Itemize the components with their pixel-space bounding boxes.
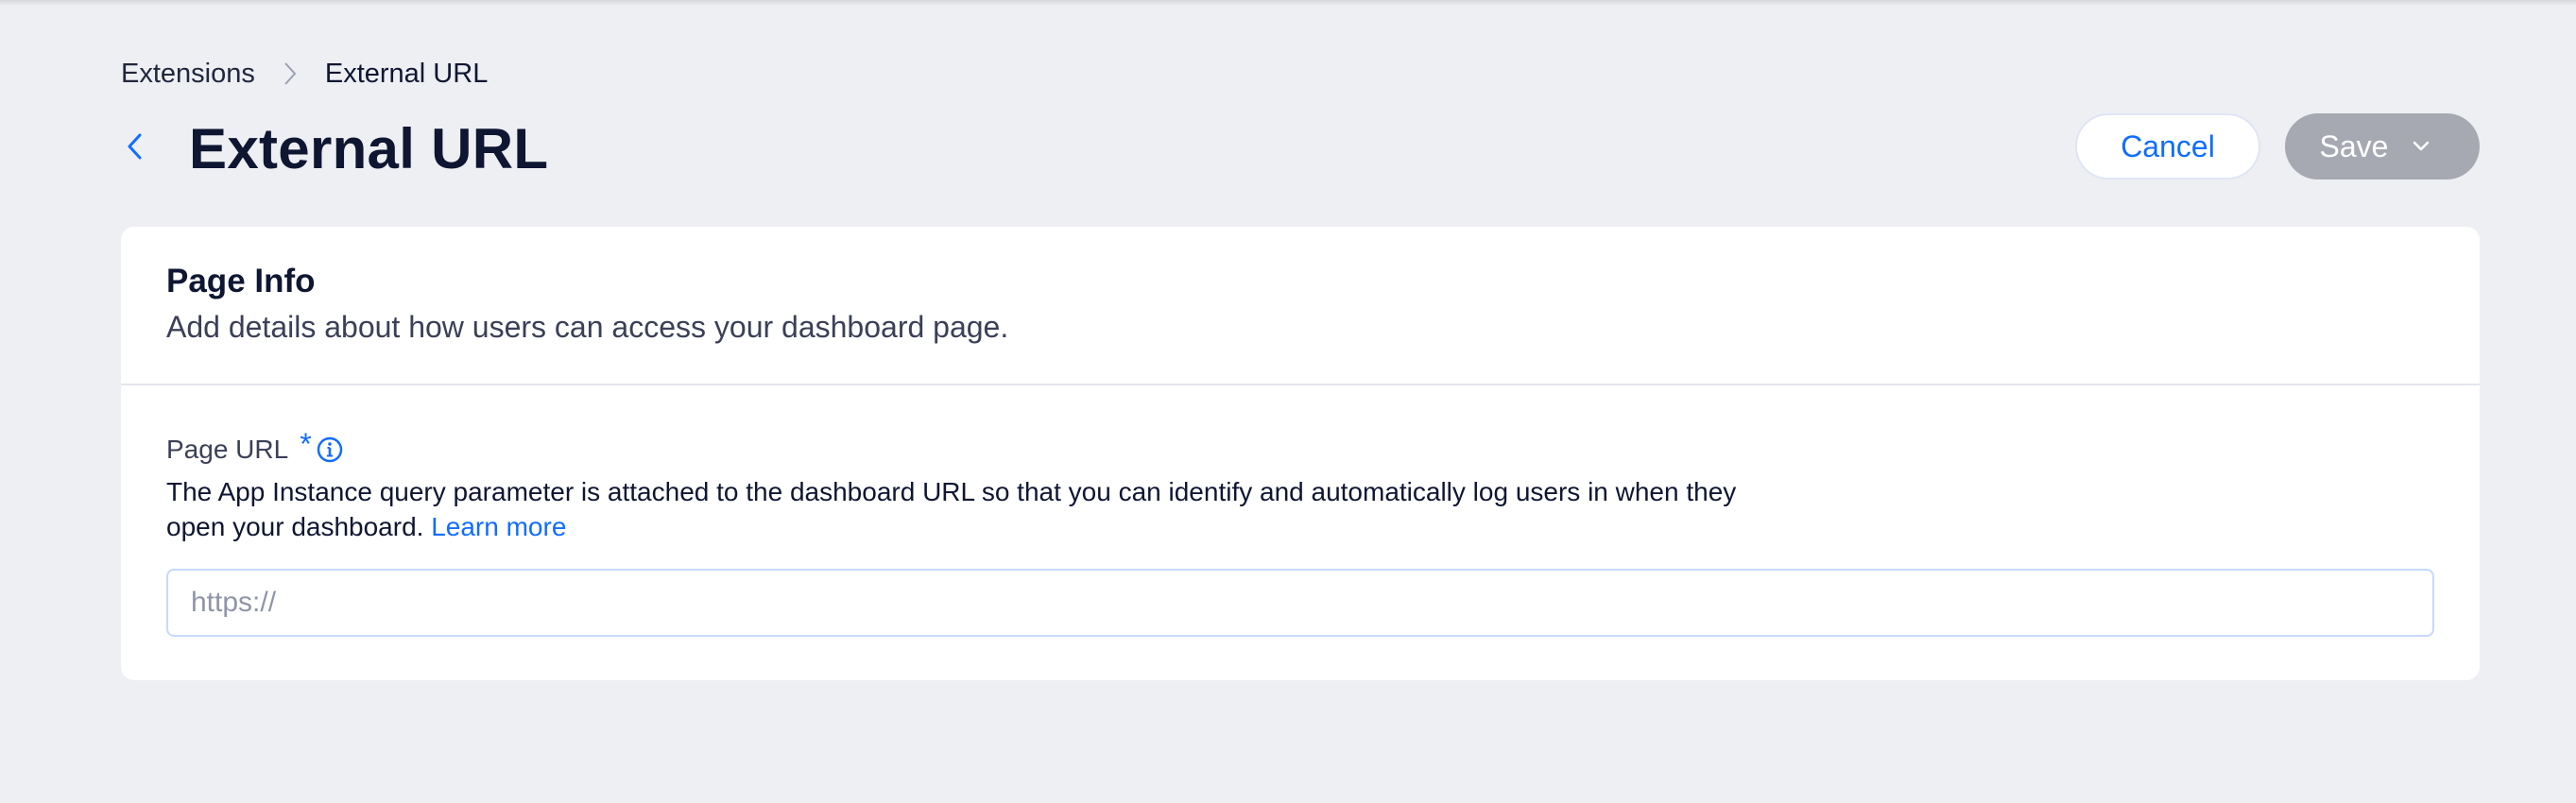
page-url-description-text: The App Instance query parameter is atta…	[166, 477, 1737, 541]
top-bar-shadow	[0, 0, 2576, 6]
info-icon[interactable]	[316, 436, 344, 464]
breadcrumb-item-current: External URL	[324, 58, 489, 89]
save-button[interactable]: Save	[2285, 113, 2480, 179]
page-header: External URL	[115, 106, 548, 191]
learn-more-link[interactable]: Learn more	[431, 512, 566, 541]
card-title: Page Info	[166, 263, 316, 299]
chevron-right-icon	[276, 61, 304, 86]
card-header: Page Info Add details about how users ca…	[121, 227, 2480, 385]
page-url-label-row: Page URL *	[166, 426, 344, 470]
page-info-card: Page Info Add details about how users ca…	[121, 227, 2480, 680]
card-subtitle: Add details about how users can access y…	[166, 310, 1009, 344]
page-title: External URL	[189, 116, 549, 180]
chevron-left-icon	[127, 132, 142, 165]
chevron-down-icon[interactable]	[2413, 141, 2430, 152]
breadcrumb-item-extensions[interactable]: Extensions	[121, 59, 255, 90]
page-url-input[interactable]	[166, 569, 2434, 637]
page-url-label: Page URL	[166, 435, 289, 464]
required-indicator: *	[300, 426, 312, 461]
save-button-label: Save	[2319, 128, 2389, 163]
back-button[interactable]	[115, 125, 153, 172]
cancel-button-label: Cancel	[2121, 128, 2215, 163]
page-url-description: The App Instance query parameter is atta…	[166, 474, 1792, 544]
cancel-button[interactable]: Cancel	[2075, 113, 2260, 179]
breadcrumb: Extensions External URL	[121, 55, 488, 93]
